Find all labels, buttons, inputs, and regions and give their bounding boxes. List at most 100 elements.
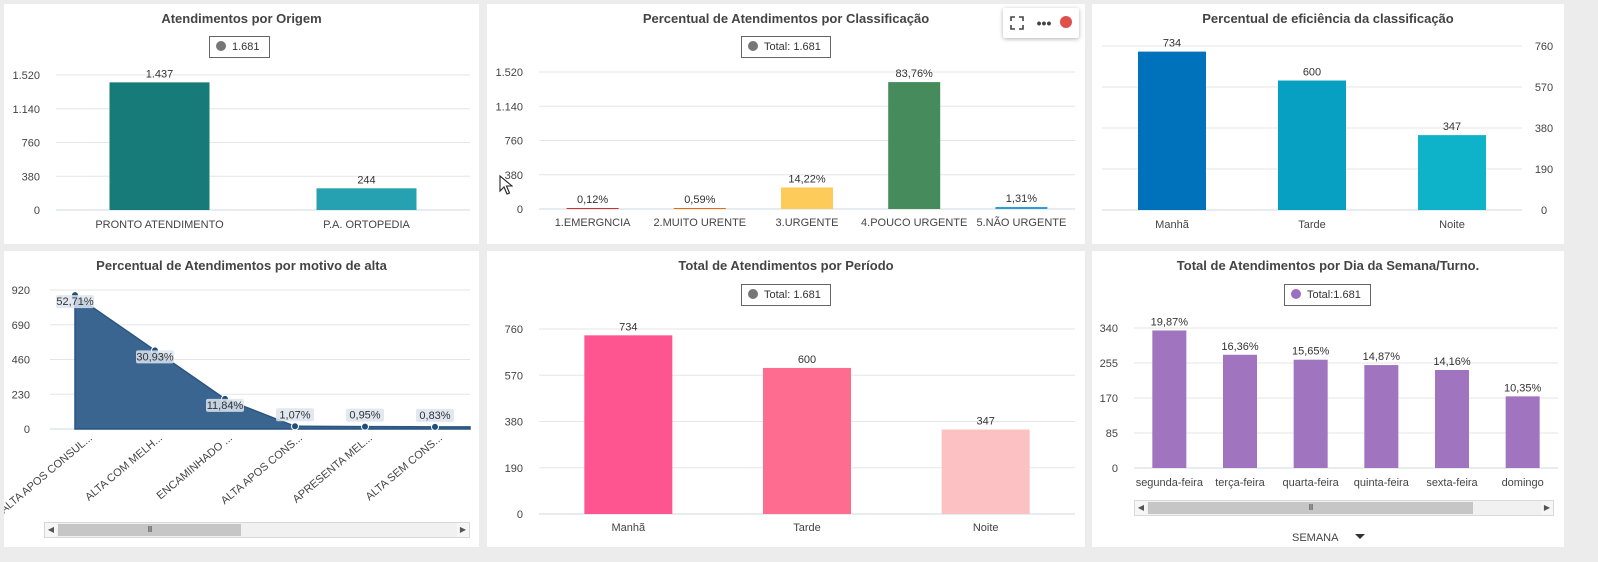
y-tick-label: 0 [24, 424, 30, 436]
legend-dot-icon [748, 41, 758, 51]
legend-dot-icon [1291, 289, 1301, 299]
y-tick-label: 1.140 [12, 104, 40, 116]
data-label: 14,16% [1433, 356, 1471, 368]
data-label: 244 [357, 174, 375, 186]
y-tick-label: 190 [1535, 164, 1553, 176]
y-tick-label: 570 [1535, 82, 1553, 94]
x-tick-label: segunda-feira [1136, 477, 1204, 489]
expand-icon[interactable] [1008, 13, 1026, 33]
horizontal-scrollbar[interactable]: ◀ III ▶ [44, 522, 470, 538]
field-label-text: SEMANA [1292, 532, 1338, 544]
y-tick-label: 85 [1106, 428, 1118, 440]
bar [1278, 80, 1346, 211]
data-point [431, 422, 439, 431]
x-tick-label: ENCAMINHADO ... [155, 432, 235, 502]
bar [1505, 396, 1540, 468]
y-tick-label: 690 [12, 320, 30, 332]
y-tick-label: 920 [12, 285, 30, 297]
chart-toolbar: ••• [1003, 8, 1079, 38]
x-tick-label: domingo [1502, 477, 1544, 489]
data-label: 347 [976, 416, 994, 428]
bar [763, 367, 851, 514]
scroll-grip: III [1308, 503, 1314, 512]
legend-badge[interactable]: Total:1.681 [1284, 284, 1371, 306]
bar [888, 82, 941, 209]
x-tick-label: PRONTO ATENDIMENTO [95, 219, 224, 231]
bar [584, 335, 673, 514]
bar [1364, 365, 1399, 468]
y-tick-label: 1.520 [12, 70, 40, 82]
y-tick-label: 760 [505, 136, 523, 148]
x-tick-label: Tarde [793, 522, 821, 534]
x-tick-label: quarta-feira [1283, 477, 1340, 489]
scroll-thumb[interactable]: III [58, 524, 241, 536]
data-label: 52,71% [56, 296, 94, 308]
chart-eficiencia: 0 190 380 570 760 734 Manhã 600 Tarde 347 Noite [1102, 38, 1553, 231]
bar [1152, 330, 1187, 468]
data-label: 83,76% [896, 68, 934, 80]
y-tick-label: 255 [1100, 358, 1118, 370]
chart-panel-classificacao: 0 380 760 1.140 1.520 0,12% 1.EMERGNCIA 0,59% 2.… [487, 4, 1085, 244]
data-label: 15,65% [1292, 346, 1330, 358]
bar [109, 82, 210, 210]
legend-badge[interactable]: 1.681 [209, 36, 270, 58]
scroll-thumb[interactable]: III [1148, 502, 1473, 514]
x-tick-label: quinta-feira [1354, 477, 1410, 489]
bar [1138, 51, 1206, 210]
data-label: 10,35% [1504, 382, 1542, 394]
scroll-right-icon[interactable]: ▶ [1541, 501, 1553, 515]
field-selector[interactable]: SEMANA [1292, 532, 1365, 544]
y-tick-label: 570 [505, 370, 523, 382]
x-tick-label: APRESENTA MEL... [291, 432, 375, 506]
y-tick-label: 760 [1535, 41, 1553, 53]
legend-badge[interactable]: Total: 1.681 [741, 36, 831, 58]
scroll-left-icon[interactable]: ◀ [45, 523, 57, 537]
data-label: 734 [619, 321, 637, 333]
data-label: 600 [798, 354, 816, 366]
y-tick-label: 380 [22, 171, 40, 183]
data-point [291, 422, 299, 431]
scroll-left-icon[interactable]: ◀ [1135, 501, 1147, 515]
chart-title: Percentual de Atendimentos por motivo de… [96, 258, 387, 273]
scroll-right-icon[interactable]: ▶ [457, 523, 469, 537]
legend-text: 1.681 [232, 41, 260, 53]
data-label: 734 [1163, 38, 1181, 50]
more-options-icon[interactable]: ••• [1034, 13, 1054, 33]
y-tick-label: 380 [505, 417, 523, 429]
horizontal-scrollbar[interactable]: ◀ III ▶ [1134, 500, 1554, 516]
data-label: 0,12% [577, 194, 608, 206]
y-tick-label: 1.520 [495, 67, 523, 79]
legend-dot-icon [216, 41, 226, 51]
data-label: 30,93% [136, 351, 174, 363]
x-tick-label: Noite [1439, 219, 1465, 231]
bar [781, 187, 833, 209]
area-fill [74, 293, 471, 430]
x-tick-label: terça-feira [1215, 477, 1265, 489]
y-tick-label: 460 [12, 355, 30, 367]
x-tick-label: P.A. ORTOPEDIA [323, 219, 410, 231]
data-label: 0,83% [419, 410, 450, 422]
y-tick-label: 760 [505, 324, 523, 336]
record-dot-icon[interactable] [1059, 13, 1073, 33]
bar [566, 208, 619, 209]
legend-text: Total: 1.681 [764, 41, 821, 53]
x-tick-label: 1.EMERGNCIA [555, 217, 631, 229]
bar [941, 429, 1030, 514]
chart-title: Total de Atendimentos por Dia da Semana/… [1176, 258, 1480, 273]
data-point [361, 422, 369, 431]
x-tick-label: sexta-feira [1426, 477, 1478, 489]
data-label: 1,31% [1006, 193, 1037, 205]
legend-badge[interactable]: Total: 1.681 [741, 284, 831, 306]
data-label: 600 [1303, 67, 1321, 79]
data-label: 11,84% [207, 400, 244, 412]
data-label: 0,59% [684, 194, 715, 206]
bar [316, 188, 417, 210]
x-tick-label: 3.URGENTE [776, 217, 839, 229]
bar [1435, 370, 1469, 468]
x-tick-label: 5.NÃO URGENTE [976, 216, 1066, 229]
x-tick-label: ALTA COM MELH... [83, 432, 165, 503]
x-tick-label: Manhã [1155, 219, 1190, 231]
y-tick-label: 0 [517, 509, 523, 521]
x-tick-label: 4.POUCO URGENTE [861, 217, 967, 229]
data-label: 14,22% [788, 173, 826, 185]
